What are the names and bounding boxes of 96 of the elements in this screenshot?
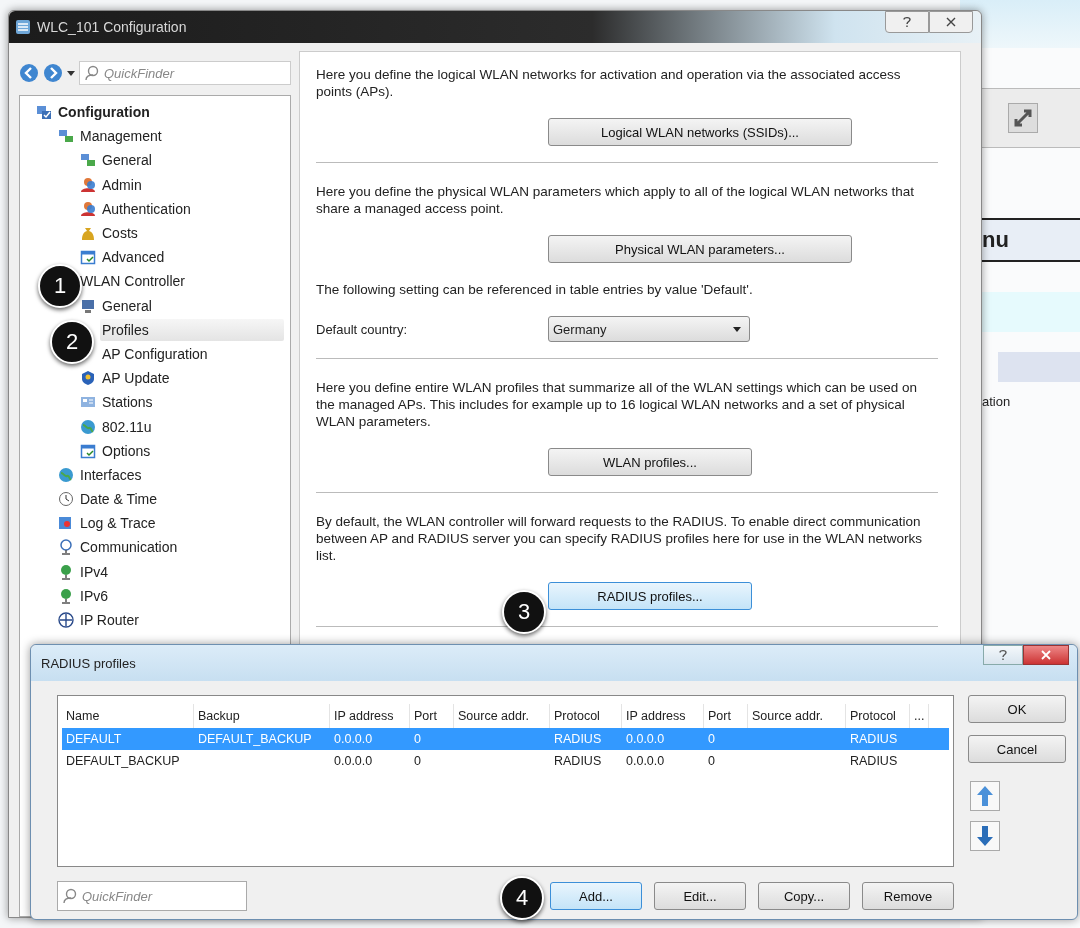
cancel-button[interactable]: Cancel (968, 735, 1066, 763)
tree-item[interactable]: Interfaces (78, 463, 144, 486)
tree-item[interactable]: Stations (100, 391, 155, 414)
tree-item[interactable]: IP Router (78, 609, 141, 632)
quickfinder-field[interactable]: QuickFinder (79, 61, 291, 85)
table-cell-text: 0 (707, 732, 716, 746)
tree-item[interactable]: IPv4 (78, 560, 110, 583)
table-cell-text: DEFAULT_BACKUP (65, 754, 181, 768)
description-text: Here you define the physical WLAN parameters which apply to all of the logical WLAN networks that share a managed access point. (316, 183, 916, 217)
table-cell-text: RADIUS (553, 732, 603, 746)
section-button[interactable]: Physical WLAN parameters... (548, 235, 852, 263)
forward-button[interactable] (43, 63, 63, 83)
table-cell-text: 0.0.0.0 (333, 732, 374, 746)
table-cell-text: 0.0.0.0 (625, 732, 666, 746)
search-icon (84, 65, 100, 81)
monitor-icon (80, 297, 96, 314)
table-cell-text: 0 (413, 732, 422, 746)
close-icon (1041, 650, 1051, 660)
arrow-down-icon (976, 825, 994, 847)
log-icon (58, 515, 74, 532)
tree-item[interactable]: General (100, 294, 154, 317)
section-button[interactable]: RADIUS profiles... (548, 582, 752, 610)
field-label: Default country: (316, 321, 409, 337)
dropdown-arrow-icon (733, 326, 741, 332)
country-dropdown[interactable]: Germany (548, 316, 750, 342)
table-cell-text: 0.0.0.0 (333, 754, 374, 768)
tree-item[interactable]: Management (78, 125, 164, 148)
computers-icon (36, 104, 52, 121)
window-title: WLC_101 Configuration (37, 19, 188, 35)
window-icon (80, 442, 96, 459)
dialog-title: RADIUS profiles (41, 655, 137, 671)
question-mark-icon (902, 16, 912, 28)
tree-item[interactable]: AP Configuration (100, 342, 210, 365)
table-cell-text: 0.0.0.0 (625, 754, 666, 768)
description-text: Here you define entire WLAN profiles that summarize all of the WLAN settings which can be used on the managed APs. This includes for example up to 16 logical WLAN networks and a set of physical WLAN parameters. (316, 379, 919, 430)
tree-item[interactable]: Profiles (100, 318, 284, 341)
input-field[interactable] (998, 352, 1080, 382)
table-row[interactable]: DEFAULT_BACKUP 0.0.0.0 0 RADIUS 0.0.0.0 0 RADIUS (62, 750, 949, 772)
globe-icon (58, 466, 74, 483)
move-up-button[interactable] (970, 781, 1000, 811)
money-bag-icon (80, 225, 96, 242)
tree-item[interactable]: AP Update (100, 367, 172, 390)
help-button[interactable] (885, 11, 929, 33)
note-text: The following setting can be referenced in table entries by value 'Default'. (316, 281, 754, 298)
section-button[interactable]: Logical WLAN networks (SSIDs)... (548, 118, 852, 146)
help-button[interactable] (983, 645, 1023, 665)
router-icon (58, 612, 74, 629)
computers-icon (58, 128, 74, 145)
ok-button[interactable]: OK (968, 695, 1066, 723)
table-cell-text: RADIUS (849, 732, 899, 746)
person-icon (80, 176, 96, 193)
clock-icon (58, 491, 74, 508)
app-icon (15, 19, 31, 35)
column-header: ation (981, 394, 1012, 411)
computers-icon (80, 152, 96, 169)
table-cell-text: DEFAULT_BACKUP (197, 732, 313, 746)
tree-item[interactable]: Log & Trace (78, 512, 158, 535)
tree-item[interactable]: General (100, 149, 154, 172)
window-icon (80, 249, 96, 266)
table-cell-text: 0 (707, 754, 716, 768)
expand-icon (1012, 107, 1034, 129)
tree-item[interactable]: Options (100, 439, 153, 462)
person-icon (80, 200, 96, 217)
dropdown-arrow-icon[interactable] (67, 70, 75, 76)
description-text: By default, the WLAN controller will forward requests to the RADIUS. To enable direct communication between AP and RADIUS server you can specify RADIUS profiles here for use in the WLAN networks list. (316, 513, 924, 564)
move-down-button[interactable] (970, 821, 1000, 851)
tree-item[interactable]: Authentication (100, 197, 193, 220)
tree-item[interactable]: Admin (100, 173, 144, 196)
tree-item[interactable]: 802.11u (100, 415, 154, 438)
tree-item[interactable]: IPv6 (78, 584, 110, 607)
globe-icon (80, 418, 96, 435)
tree-item[interactable]: Date & Time (78, 488, 160, 511)
table-cell-text: 0 (413, 754, 422, 768)
expand-button[interactable] (1008, 103, 1038, 133)
arrow-up-icon (976, 785, 994, 807)
question-mark-icon (998, 649, 1008, 661)
shield-icon (80, 370, 96, 387)
description-text: Here you define the logical WLAN networks for activation and operation via the associated access points (APs). (316, 66, 902, 100)
back-button[interactable] (19, 63, 39, 83)
close-button[interactable] (929, 11, 973, 33)
close-icon (946, 17, 956, 27)
quickfinder-field[interactable]: QuickFinder (57, 881, 247, 911)
dialog-button[interactable]: Remove (862, 882, 954, 910)
tree-item[interactable]: Communication (78, 536, 180, 559)
tree-item[interactable]: Costs (100, 222, 140, 245)
close-button[interactable] (1023, 645, 1069, 665)
dialog-button[interactable]: Edit... (654, 882, 746, 910)
dialog-button[interactable]: Copy... (758, 882, 850, 910)
table-cell-text: DEFAULT (65, 732, 123, 746)
search-icon (62, 888, 78, 904)
table-cell-text: RADIUS (849, 754, 899, 768)
dialog-button[interactable]: Add... (550, 882, 642, 910)
tree-item[interactable]: Advanced (100, 246, 167, 269)
section-button[interactable]: WLAN profiles... (548, 448, 752, 476)
tree-item[interactable]: Configuration (56, 101, 152, 124)
table-cell-text: RADIUS (553, 754, 603, 768)
